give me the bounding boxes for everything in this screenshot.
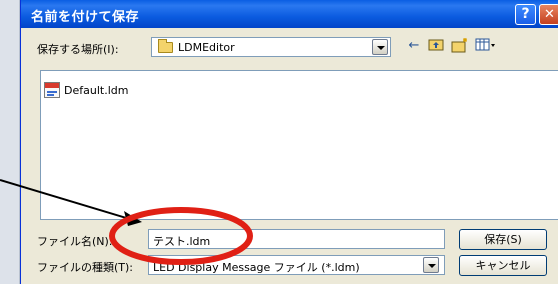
ldm-file-icon — [44, 82, 60, 98]
back-arrow-icon[interactable]: ← — [405, 37, 423, 55]
save-location-value: LDMEditor — [178, 41, 235, 54]
filetype-label: ファイルの種類(T): — [37, 261, 134, 274]
save-button[interactable]: 保存(S) — [459, 229, 547, 250]
new-folder-icon[interactable] — [451, 37, 469, 55]
close-button[interactable]: ✕ — [539, 4, 558, 25]
help-button[interactable]: ? — [515, 4, 536, 25]
dialog-title: 名前を付けて保存 — [31, 10, 140, 25]
chevron-down-icon[interactable] — [372, 39, 388, 55]
save-as-dialog: 名前を付けて保存 ? ✕ 保存する場所(I): LDMEditor ← Defa… — [20, 0, 558, 284]
filetype-value: LED Display Message ファイル (*.ldm) — [153, 261, 360, 274]
title-bar[interactable]: 名前を付けて保存 ? ✕ — [21, 0, 558, 28]
filetype-select[interactable]: LED Display Message ファイル (*.ldm) — [148, 255, 445, 275]
save-location-combo[interactable]: LDMEditor — [151, 37, 391, 57]
chevron-down-icon[interactable] — [423, 257, 439, 273]
filename-input[interactable]: テスト.ldm — [148, 229, 445, 249]
save-location-label: 保存する場所(I): — [37, 43, 119, 56]
cancel-button[interactable]: キャンセル — [459, 255, 547, 276]
up-folder-icon[interactable] — [427, 37, 445, 55]
file-name: Default.ldm — [64, 84, 129, 97]
view-menu-icon[interactable] — [475, 37, 495, 55]
filename-label: ファイル名(N): — [37, 235, 113, 248]
background-panel — [0, 0, 20, 284]
folder-icon — [158, 39, 173, 53]
file-list[interactable]: Default.ldm — [40, 70, 558, 220]
filename-value: テスト.ldm — [153, 235, 211, 248]
